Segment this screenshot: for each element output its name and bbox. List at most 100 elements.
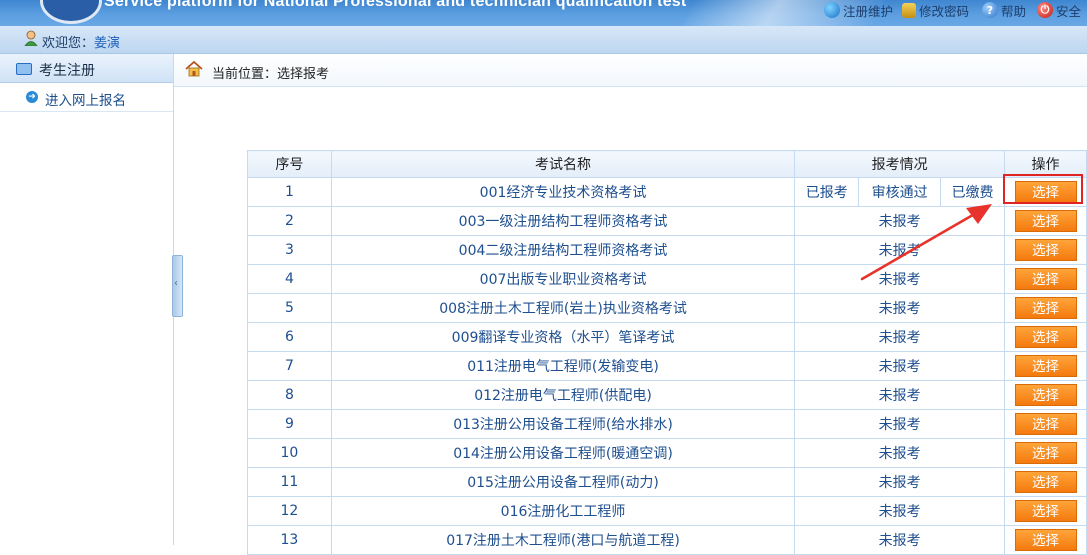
select-button[interactable]: 选择 (1014, 529, 1077, 551)
table-row: 6 009翻译专业资格（水平）笔译考试 未报考 选择 (247, 322, 1087, 352)
table-row: 3 004二级注册结构工程师资格考试 未报考 选择 (247, 235, 1087, 265)
help-label: 帮助 (1001, 3, 1027, 19)
window-icon (16, 63, 32, 75)
registration-status: 未报考 (794, 438, 1006, 468)
table-row: 13 017注册土木工程师(港口与航道工程) 未报考 选择 (247, 525, 1087, 555)
safe-exit-label: 安全 (1056, 3, 1082, 19)
registration-status: 未报考 (794, 380, 1006, 410)
table-row: 5 008注册土木工程师(岩土)执业资格考试 未报考 选择 (247, 293, 1087, 323)
register-maintenance-link[interactable]: 注册维护 (824, 0, 893, 20)
row-index: 12 (247, 496, 332, 526)
action-cell: 选择 (1004, 525, 1087, 555)
action-cell: 选择 (1004, 438, 1087, 468)
row-index: 3 (247, 235, 332, 265)
arrow-right-icon: ➜ (26, 91, 38, 103)
logo-emblem (40, 0, 102, 24)
table-row: 8 012注册电气工程师(供配电) 未报考 选择 (247, 380, 1087, 410)
registration-status: 未报考 (794, 525, 1006, 555)
action-cell: 选择 (1004, 380, 1087, 410)
exam-table: 序号 考试名称 报考情况 操作 1 001经济专业技术资格考试 已报考 审核通过 已缴费… (247, 150, 1087, 555)
exam-name: 009翻译专业资格（水平）笔译考试 (330, 322, 796, 352)
site-subtitle: Service platform for National Profession… (104, 0, 687, 10)
globe-icon (824, 2, 840, 18)
select-button[interactable]: 选择 (1014, 210, 1077, 232)
row-index: 13 (247, 525, 332, 555)
exam-name: 017注册土木工程师(港口与航道工程) (330, 525, 796, 555)
home-icon (185, 61, 203, 77)
row-index: 2 (247, 206, 332, 236)
status-part: 已缴费 (940, 177, 1006, 207)
registration-status: 未报考 (794, 293, 1006, 323)
select-button[interactable]: 选择 (1014, 181, 1077, 203)
registration-status: 未报考 (794, 351, 1006, 381)
welcome-text: 欢迎您：姜演 (42, 32, 120, 51)
sidebar-collapse-handle[interactable]: ‹ (172, 255, 183, 317)
action-cell: 选择 (1004, 409, 1087, 439)
sidebar-item-label: 进入网上报名 (45, 93, 126, 109)
header-banner: Service platform for National Profession… (0, 0, 1087, 26)
table-row: 10 014注册公用设备工程师(暖通空调) 未报考 选择 (247, 438, 1087, 468)
table-body: 1 001经济专业技术资格考试 已报考 审核通过 已缴费 选择 2 003一级注册结构工程师资… (247, 177, 1087, 555)
change-password-link[interactable]: 修改密码 (902, 0, 969, 20)
exam-name: 008注册土木工程师(岩土)执业资格考试 (330, 293, 796, 323)
exam-name: 012注册电气工程师(供配电) (330, 380, 796, 410)
select-button[interactable]: 选择 (1014, 471, 1077, 493)
select-button[interactable]: 选择 (1014, 384, 1077, 406)
header-status: 报考情况 (794, 150, 1006, 178)
sidebar-section-candidate-registration[interactable]: 考生注册 (0, 54, 173, 83)
registration-status: 未报考 (794, 264, 1006, 294)
action-cell: 选择 (1004, 264, 1087, 294)
status-part: 已报考 (794, 177, 860, 207)
row-index: 5 (247, 293, 332, 323)
safe-exit-link[interactable]: ⏻ 安全 (1037, 0, 1081, 20)
table-row: 9 013注册公用设备工程师(给水排水) 未报考 选择 (247, 409, 1087, 439)
welcome-prefix: 欢迎您： (42, 36, 95, 51)
table-row: 7 011注册电气工程师(发输变电) 未报考 选择 (247, 351, 1087, 381)
lock-icon (902, 2, 916, 18)
chevron-left-icon: ‹ (174, 278, 178, 289)
exam-name: 004二级注册结构工程师资格考试 (330, 235, 796, 265)
welcome-bar: 欢迎您：姜演 (0, 26, 1087, 54)
select-button[interactable]: 选择 (1014, 268, 1077, 290)
user-name: 姜演 (94, 36, 121, 51)
select-button[interactable]: 选择 (1014, 239, 1077, 261)
action-cell: 选择 (1004, 351, 1087, 381)
registration-status: 未报考 (794, 467, 1006, 497)
row-index: 10 (247, 438, 332, 468)
header-action: 操作 (1004, 150, 1087, 178)
exam-name: 015注册公用设备工程师(动力) (330, 467, 796, 497)
registration-status: 未报考 (794, 496, 1006, 526)
sidebar-section-title: 考生注册 (39, 63, 95, 79)
help-link[interactable]: ? 帮助 (982, 0, 1026, 20)
breadcrumb-bar: 当前位置：选择报考 (174, 54, 1087, 87)
power-icon: ⏻ (1037, 2, 1053, 18)
exam-name: 016注册化工工程师 (330, 496, 796, 526)
action-cell: 选择 (1004, 235, 1087, 265)
exam-name: 001经济专业技术资格考试 (330, 177, 796, 207)
exam-name: 014注册公用设备工程师(暖通空调) (330, 438, 796, 468)
exam-name: 003一级注册结构工程师资格考试 (330, 206, 796, 236)
select-button[interactable]: 选择 (1014, 413, 1077, 435)
select-button[interactable]: 选择 (1014, 442, 1077, 464)
row-index: 6 (247, 322, 332, 352)
select-button[interactable]: 选择 (1014, 297, 1077, 319)
select-button[interactable]: 选择 (1014, 326, 1077, 348)
table-row: 2 003一级注册结构工程师资格考试 未报考 选择 (247, 206, 1087, 236)
select-button[interactable]: 选择 (1014, 500, 1077, 522)
sidebar-item-online-registration[interactable]: ➜ 进入网上报名 (0, 83, 173, 112)
table-header-row: 序号 考试名称 报考情况 操作 (247, 150, 1087, 178)
row-index: 9 (247, 409, 332, 439)
action-cell: 选择 (1004, 467, 1087, 497)
exam-name: 007出版专业职业资格考试 (330, 264, 796, 294)
registration-status: 未报考 (794, 206, 1006, 236)
table-row: 11 015注册公用设备工程师(动力) 未报考 选择 (247, 467, 1087, 497)
row-index: 8 (247, 380, 332, 410)
action-cell: 选择 (1004, 496, 1087, 526)
table-row: 12 016注册化工工程师 未报考 选择 (247, 496, 1087, 526)
sidebar: 考生注册 ➜ 进入网上报名 (0, 54, 174, 545)
exam-name: 013注册公用设备工程师(给水排水) (330, 409, 796, 439)
row-index: 11 (247, 467, 332, 497)
select-button[interactable]: 选择 (1014, 355, 1077, 377)
table-row: 1 001经济专业技术资格考试 已报考 审核通过 已缴费 选择 (247, 177, 1087, 207)
registration-status: 未报考 (794, 235, 1006, 265)
